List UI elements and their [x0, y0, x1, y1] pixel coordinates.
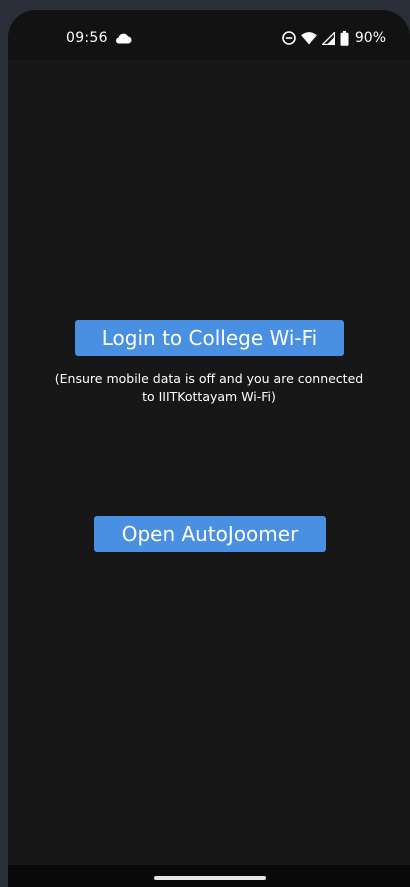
- login-hint-text: (Ensure mobile data is off and you are c…: [54, 371, 364, 404]
- status-icons: 90%: [282, 29, 386, 47]
- status-time: 09:56: [66, 30, 108, 46]
- login-college-wifi-button[interactable]: Login to College Wi-Fi: [75, 320, 344, 356]
- cell-signal-icon: [321, 31, 335, 45]
- open-autojoomer-button[interactable]: Open AutoJoomer: [94, 516, 326, 552]
- status-bar: 09:56 90%: [8, 10, 410, 60]
- device-frame: 09:56 90% Login to College Wi-Fi (Ensure…: [0, 0, 410, 887]
- do-not-disturb-icon: [282, 31, 296, 45]
- phone-screen: 09:56 90% Login to College Wi-Fi (Ensure…: [8, 10, 410, 887]
- battery-percent: 90%: [354, 30, 386, 46]
- home-indicator[interactable]: [154, 876, 266, 880]
- main-content: Login to College Wi-Fi (Ensure mobile da…: [8, 60, 410, 865]
- battery-icon: [340, 30, 349, 46]
- cloud-icon: [116, 33, 132, 44]
- navigation-bar: [8, 865, 410, 887]
- wifi-icon: [301, 31, 317, 44]
